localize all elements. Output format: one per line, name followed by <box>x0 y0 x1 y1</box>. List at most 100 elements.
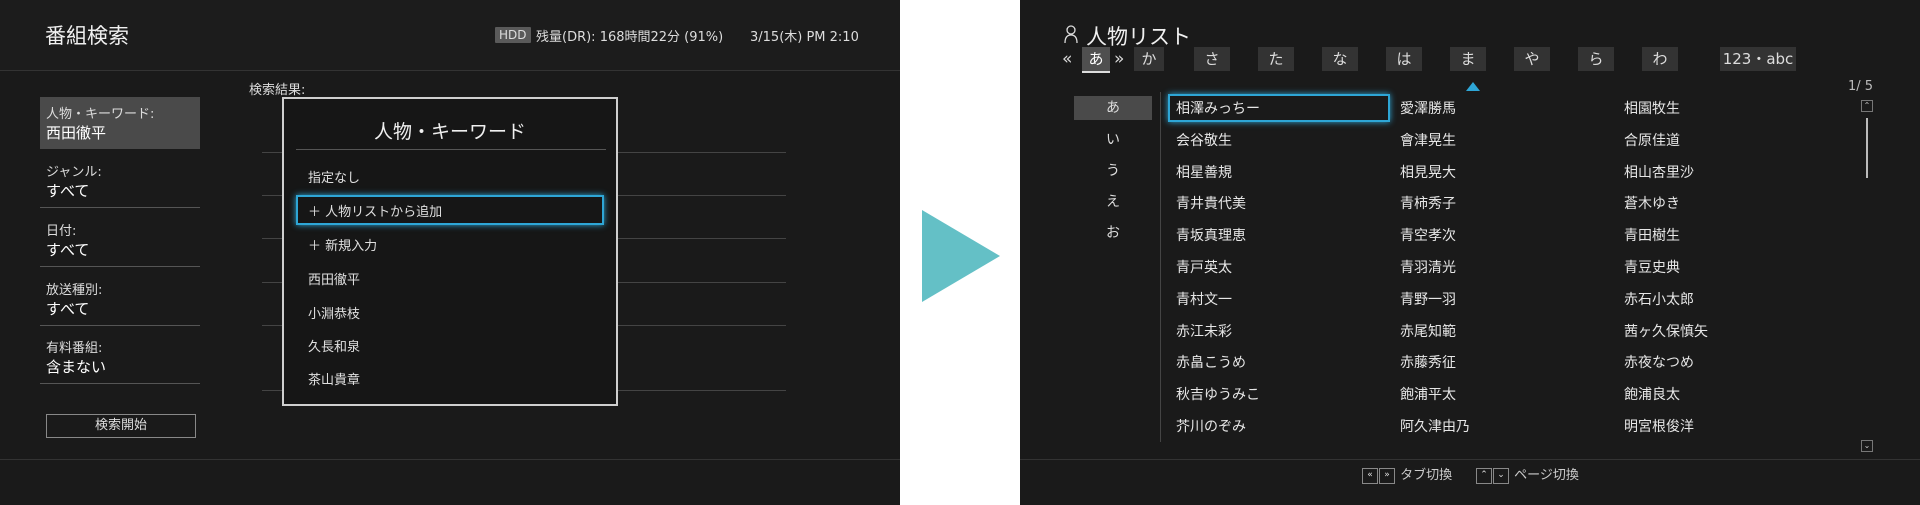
dialog-item-person[interactable]: 茶山貴章 <box>308 369 360 388</box>
kana-row-i[interactable]: い <box>1074 128 1152 152</box>
person-name-item[interactable]: 赤夜なつめ <box>1624 352 1694 372</box>
person-name-item[interactable]: 相澤みっちー <box>1176 98 1260 118</box>
person-name-item[interactable]: 青井貴代美 <box>1176 193 1246 213</box>
person-name-item[interactable]: 青柿秀子 <box>1400 193 1456 213</box>
kana-row-a[interactable]: あ <box>1074 96 1152 120</box>
page-down-icon[interactable]: ⌄ <box>1861 440 1873 452</box>
person-name-item[interactable]: 青羽清光 <box>1400 257 1456 277</box>
tab-ha[interactable]: は <box>1386 47 1422 71</box>
kana-row-e[interactable]: え <box>1074 190 1152 214</box>
person-name-item[interactable]: 赤石小太郎 <box>1624 289 1694 309</box>
person-name-item[interactable]: 飽浦平太 <box>1400 384 1456 404</box>
person-name-item[interactable]: 赤尾知範 <box>1400 321 1456 341</box>
person-name-item[interactable]: 相星善規 <box>1176 162 1232 182</box>
dialog-item-new-input[interactable]: ＋ 新規入力 <box>308 235 377 254</box>
tab-ra[interactable]: ら <box>1578 47 1614 71</box>
dialog-item-person[interactable]: 西田徹平 <box>308 269 360 288</box>
person-name-item[interactable]: 芥川のぞみ <box>1176 416 1246 436</box>
person-name-item[interactable]: 赤江未彩 <box>1176 321 1232 341</box>
search-start-button[interactable]: 検索開始 <box>46 414 196 438</box>
person-name-item[interactable]: 蒼木ゆき <box>1624 193 1680 213</box>
tab-ma[interactable]: ま <box>1450 47 1486 71</box>
person-name-item[interactable]: 相見晃大 <box>1400 162 1456 182</box>
person-list-screen: 人物リスト « あ » か さ た な は ま や ら わ 123・abc 1/… <box>1020 0 1920 505</box>
field-paid-program[interactable]: 有料番組: 含まない <box>40 331 200 384</box>
person-name-item[interactable]: 赤藤秀征 <box>1400 352 1456 372</box>
dialog-item-none[interactable]: 指定なし <box>308 167 360 186</box>
tab-123-abc[interactable]: 123・abc <box>1720 47 1796 71</box>
page-switch-label: ページ切換 <box>1514 468 1579 483</box>
dialog-item-add-from-list[interactable]: ＋ 人物リストから追加 <box>308 201 442 220</box>
person-name-item[interactable]: 会谷敬生 <box>1176 130 1232 150</box>
tab-ka[interactable]: か <box>1134 47 1164 71</box>
scrollbar[interactable] <box>1866 118 1868 178</box>
person-name-item[interactable]: 相園牧生 <box>1624 98 1680 118</box>
field-label: 有料番組: <box>46 341 103 356</box>
tab-na[interactable]: な <box>1322 47 1358 71</box>
footer-divider <box>1020 459 1920 460</box>
field-value: すべて <box>46 182 90 200</box>
person-name-item[interactable]: 赤畠こうめ <box>1176 352 1246 372</box>
field-value: すべて <box>46 300 90 318</box>
field-date[interactable]: 日付: すべて <box>40 214 200 267</box>
person-name-item[interactable]: 愛澤勝馬 <box>1400 98 1456 118</box>
field-value: 含まない <box>46 358 107 376</box>
tab-prev-button[interactable]: « <box>1062 47 1072 71</box>
tab-switch-label: タブ切換 <box>1400 468 1453 483</box>
results-label: 検索結果: <box>249 83 306 98</box>
kana-row-o[interactable]: お <box>1074 221 1152 245</box>
prev-key-icon: « <box>1362 467 1378 484</box>
field-label: ジャンル: <box>46 165 102 180</box>
page-up-icon[interactable]: ⌃ <box>1861 100 1873 112</box>
field-value: 西田徹平 <box>46 124 107 142</box>
person-name-item[interactable]: 秋吉ゆうみこ <box>1176 384 1260 404</box>
datetime: 3/15(木) PM 2:10 <box>750 30 859 45</box>
person-name-item[interactable]: 青坂真理恵 <box>1176 225 1246 245</box>
hdd-badge: HDD <box>495 27 531 43</box>
field-genre[interactable]: ジャンル: すべて <box>40 155 200 208</box>
page-switch-hint: ⌃ ⌄ ページ切換 <box>1476 464 1579 484</box>
person-name-item[interactable]: 青戸英太 <box>1176 257 1232 277</box>
person-name-item[interactable]: 明宮根俊洋 <box>1624 416 1694 436</box>
next-key-icon: » <box>1379 467 1395 484</box>
scroll-up-indicator-icon <box>1466 82 1480 91</box>
person-name-item[interactable]: 合原佳道 <box>1624 130 1680 150</box>
page-down-key-icon: ⌄ <box>1493 467 1509 484</box>
tab-a[interactable]: あ <box>1082 47 1110 73</box>
list-divider <box>1160 92 1161 442</box>
person-name-item[interactable]: 阿久津由乃 <box>1400 416 1470 436</box>
tab-ya[interactable]: や <box>1514 47 1550 71</box>
person-name-item[interactable]: 飽浦良太 <box>1624 384 1680 404</box>
program-search-screen: 番組検索 HDD 残量(DR): 168時間22分 (91%) 3/15(木) … <box>0 0 900 505</box>
person-name-item[interactable]: 青村文一 <box>1176 289 1232 309</box>
dialog-divider <box>296 149 606 150</box>
tab-sa[interactable]: さ <box>1194 47 1230 71</box>
field-label: 日付: <box>46 224 77 239</box>
dialog-item-person[interactable]: 小淵恭枝 <box>308 303 360 322</box>
footer-divider <box>0 459 900 460</box>
kana-tab-bar: « あ » か さ た な は ま や ら <box>1062 47 1662 73</box>
field-label: 放送種別: <box>46 283 103 298</box>
person-icon <box>1064 25 1078 44</box>
right-arrow-icon <box>922 210 1000 302</box>
person-name-item[interactable]: 青野一羽 <box>1400 289 1456 309</box>
person-name-item[interactable]: 相山杏里沙 <box>1624 162 1694 182</box>
person-name-item[interactable]: 青豆史典 <box>1624 257 1680 277</box>
person-name-item[interactable]: 青空孝次 <box>1400 225 1456 245</box>
field-value: すべて <box>46 241 90 259</box>
tab-next-button[interactable]: » <box>1114 47 1124 71</box>
tab-wa[interactable]: わ <box>1642 47 1678 71</box>
person-name-item[interactable]: 青田樹生 <box>1624 225 1680 245</box>
person-name-item[interactable]: 茜ヶ久保慎矢 <box>1624 321 1708 341</box>
page-number: 1/ 5 <box>1848 79 1874 94</box>
dialog-item-person[interactable]: 久長和泉 <box>308 336 360 355</box>
page-title: 番組検索 <box>45 24 129 48</box>
page-up-key-icon: ⌃ <box>1476 467 1492 484</box>
remaining-capacity: 残量(DR): 168時間22分 (91%) <box>536 30 724 45</box>
kana-row-u[interactable]: う <box>1074 159 1152 183</box>
person-name-item[interactable]: 會津晃生 <box>1400 130 1456 150</box>
keyword-dialog: 人物・キーワード 指定なし ＋ 人物リストから追加 ＋ 新規入力 西田徹平 小淵… <box>282 97 618 406</box>
field-person-keyword[interactable]: 人物・キーワード: 西田徹平 <box>40 97 200 149</box>
field-broadcast-type[interactable]: 放送種別: すべて <box>40 273 200 326</box>
tab-ta[interactable]: た <box>1258 47 1294 71</box>
